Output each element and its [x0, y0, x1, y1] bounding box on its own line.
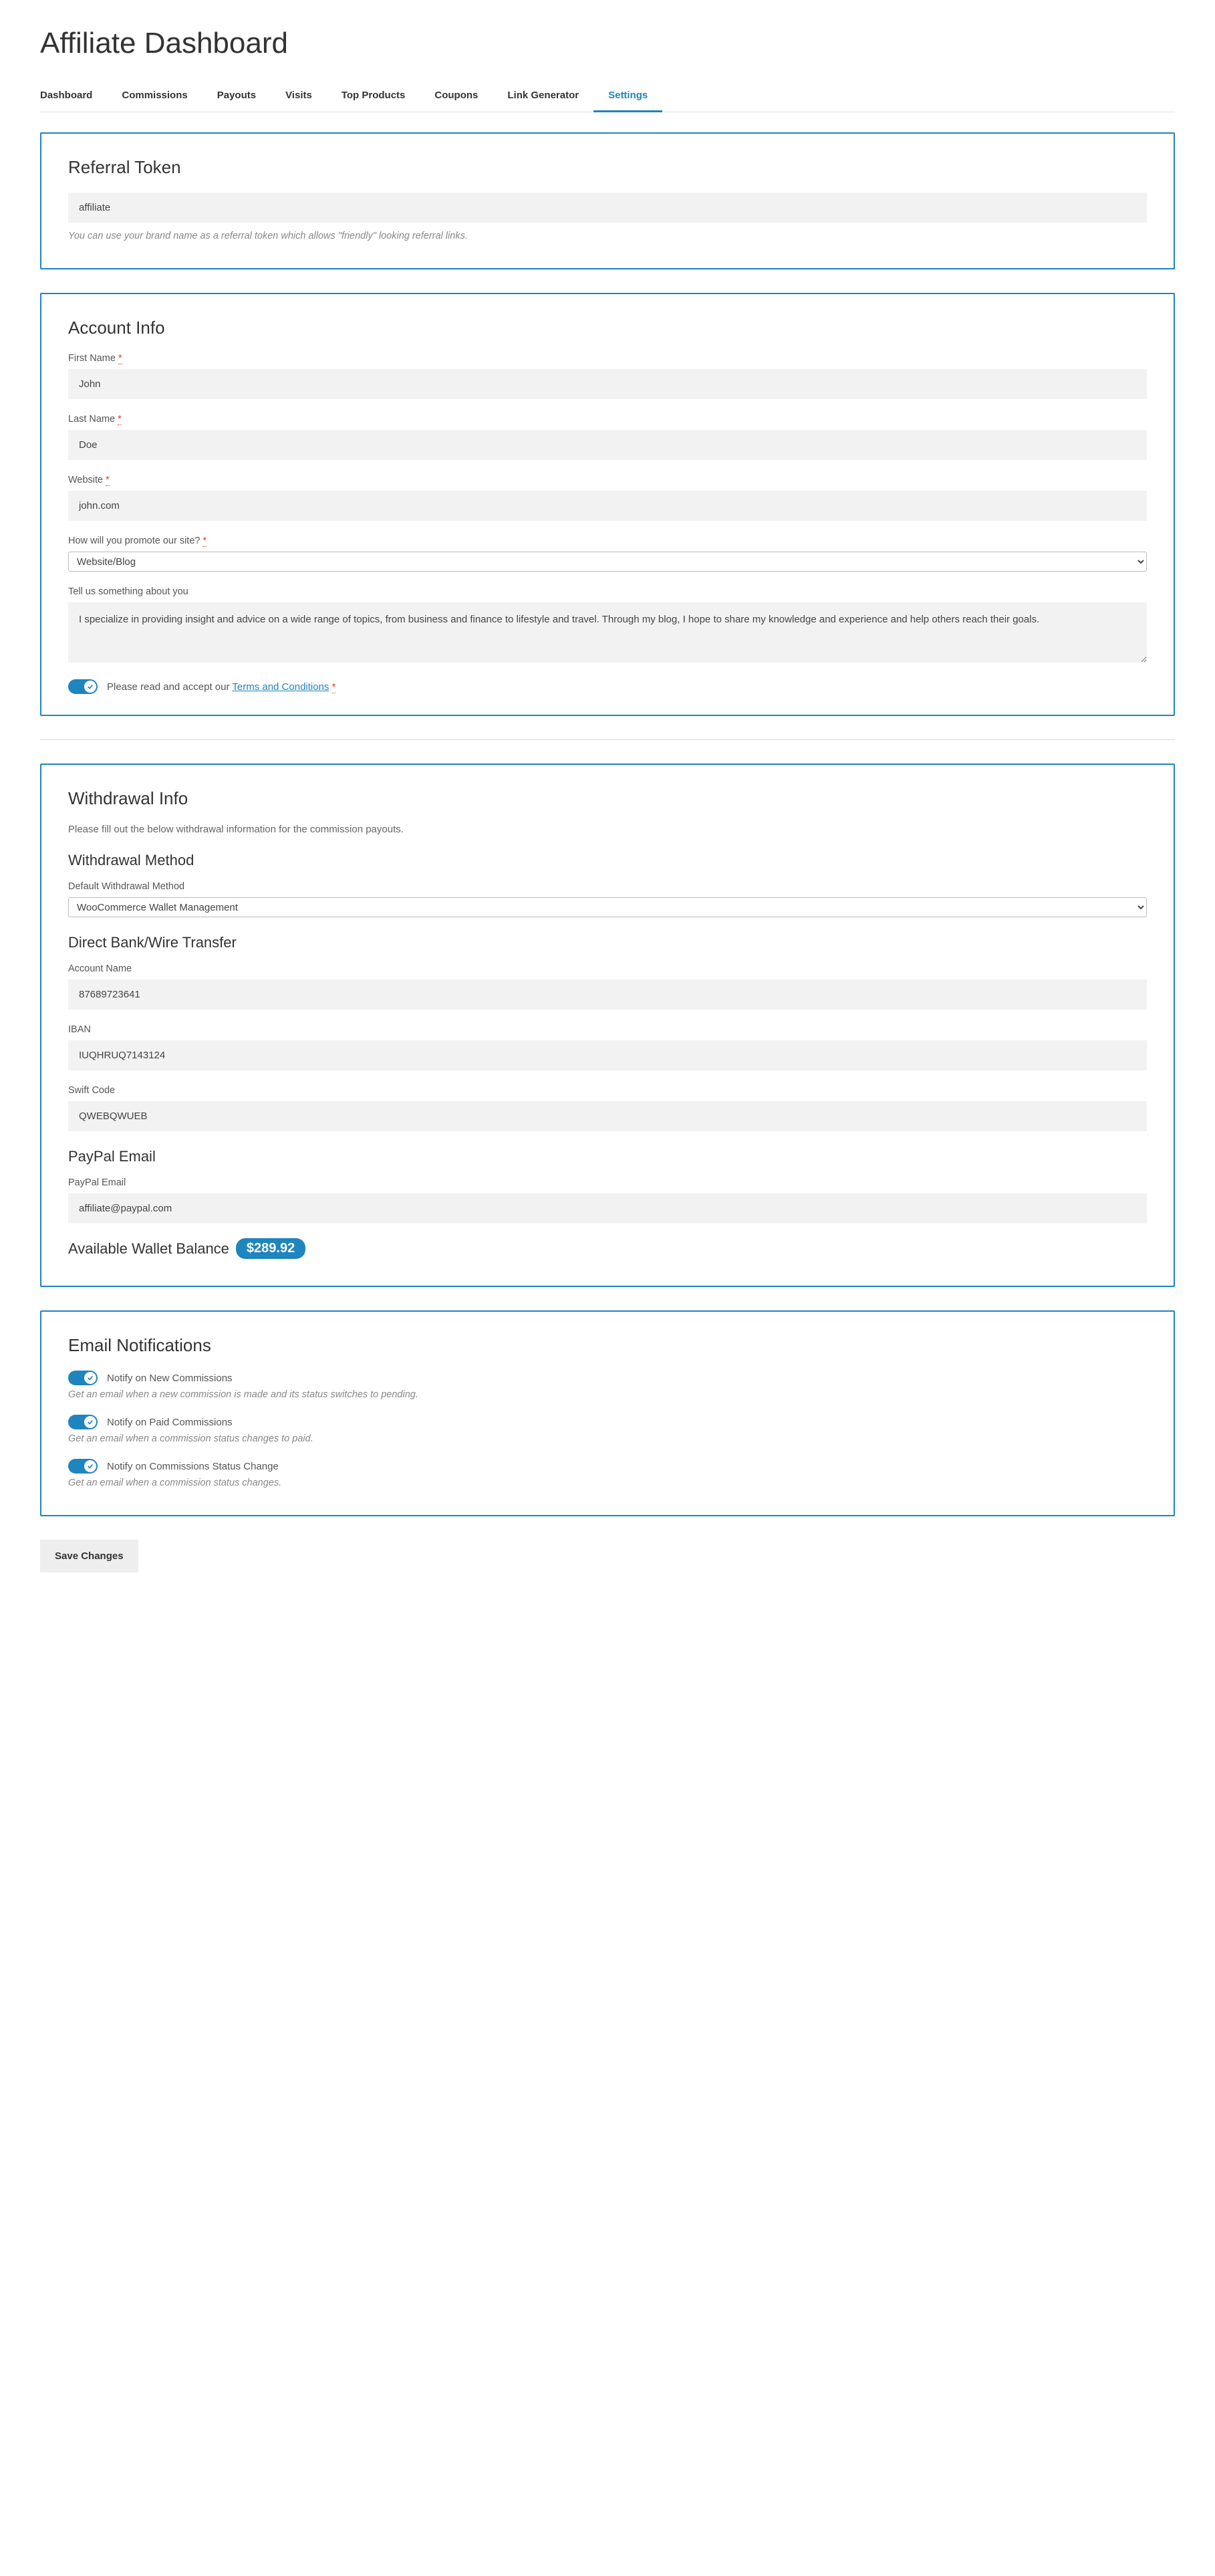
promote-select[interactable]: Website/Blog: [68, 552, 1147, 572]
withdrawal-info-panel: Withdrawal Info Please fill out the belo…: [40, 764, 1175, 1287]
tab-dashboard[interactable]: Dashboard: [40, 80, 107, 112]
first-name-input[interactable]: [68, 369, 1147, 399]
paypal-input[interactable]: [68, 1193, 1147, 1223]
website-label: Website *: [68, 475, 1147, 485]
referral-token-heading: Referral Token: [68, 157, 1147, 178]
paypal-heading: PayPal Email: [68, 1148, 1147, 1165]
first-name-label: First Name *: [68, 353, 1147, 364]
about-label: Tell us something about you: [68, 586, 1147, 597]
account-name-input[interactable]: [68, 979, 1147, 1010]
terms-link[interactable]: Terms and Conditions: [232, 681, 329, 693]
notify-paid-commissions-toggle[interactable]: [68, 1415, 98, 1429]
iban-label: IBAN: [68, 1024, 1147, 1035]
swift-label: Swift Code: [68, 1085, 1147, 1096]
wire-transfer-heading: Direct Bank/Wire Transfer: [68, 934, 1147, 951]
notify-paid-commissions-desc: Get an email when a commission status ch…: [68, 1433, 1147, 1444]
notify-paid-commissions-label: Notify on Paid Commissions: [107, 1417, 233, 1428]
account-name-label: Account Name: [68, 963, 1147, 974]
default-method-select[interactable]: WooCommerce Wallet Management: [68, 897, 1147, 917]
withdrawal-method-heading: Withdrawal Method: [68, 852, 1147, 869]
terms-toggle[interactable]: [68, 679, 98, 694]
save-changes-button[interactable]: Save Changes: [40, 1540, 138, 1572]
check-icon: [84, 1372, 96, 1384]
balance-label: Available Wallet Balance: [68, 1240, 229, 1258]
email-notifications-heading: Email Notifications: [68, 1335, 1147, 1356]
tabs-nav: Dashboard Commissions Payouts Visits Top…: [40, 80, 1175, 112]
website-input[interactable]: [68, 491, 1147, 521]
referral-token-panel: Referral Token You can use your brand na…: [40, 132, 1175, 269]
swift-input[interactable]: [68, 1101, 1147, 1131]
check-icon: [84, 681, 96, 693]
last-name-input[interactable]: [68, 430, 1147, 460]
tab-coupons[interactable]: Coupons: [420, 80, 493, 112]
withdrawal-desc: Please fill out the below withdrawal inf…: [68, 824, 1147, 835]
about-textarea[interactable]: [68, 602, 1147, 663]
tab-settings[interactable]: Settings: [593, 80, 662, 112]
page-title: Affiliate Dashboard: [40, 27, 1175, 60]
notify-new-commissions-label: Notify on New Commissions: [107, 1373, 233, 1384]
notify-status-change-desc: Get an email when a commission status ch…: [68, 1478, 1147, 1488]
tab-link-generator[interactable]: Link Generator: [493, 80, 593, 112]
notify-new-commissions-desc: Get an email when a new commission is ma…: [68, 1389, 1147, 1400]
withdrawal-info-heading: Withdrawal Info: [68, 788, 1147, 809]
paypal-label: PayPal Email: [68, 1177, 1147, 1188]
notify-status-change-toggle[interactable]: [68, 1459, 98, 1474]
balance-value: $289.92: [236, 1238, 305, 1259]
account-info-heading: Account Info: [68, 318, 1147, 338]
default-method-label: Default Withdrawal Method: [68, 881, 1147, 892]
last-name-label: Last Name *: [68, 414, 1147, 425]
referral-token-help: You can use your brand name as a referra…: [68, 231, 1147, 241]
notify-status-change-label: Notify on Commissions Status Change: [107, 1461, 279, 1472]
iban-input[interactable]: [68, 1040, 1147, 1070]
account-info-panel: Account Info First Name * Last Name * We…: [40, 293, 1175, 716]
promote-label: How will you promote our site? *: [68, 536, 1147, 546]
tab-top-products[interactable]: Top Products: [327, 80, 420, 112]
tab-payouts[interactable]: Payouts: [202, 80, 271, 112]
check-icon: [84, 1416, 96, 1428]
referral-token-input[interactable]: [68, 193, 1147, 223]
check-icon: [84, 1460, 96, 1472]
email-notifications-panel: Email Notifications Notify on New Commis…: [40, 1310, 1175, 1516]
notify-new-commissions-toggle[interactable]: [68, 1371, 98, 1385]
tab-commissions[interactable]: Commissions: [107, 80, 202, 112]
tab-visits[interactable]: Visits: [271, 80, 327, 112]
terms-label: Please read and accept our Terms and Con…: [107, 681, 335, 693]
